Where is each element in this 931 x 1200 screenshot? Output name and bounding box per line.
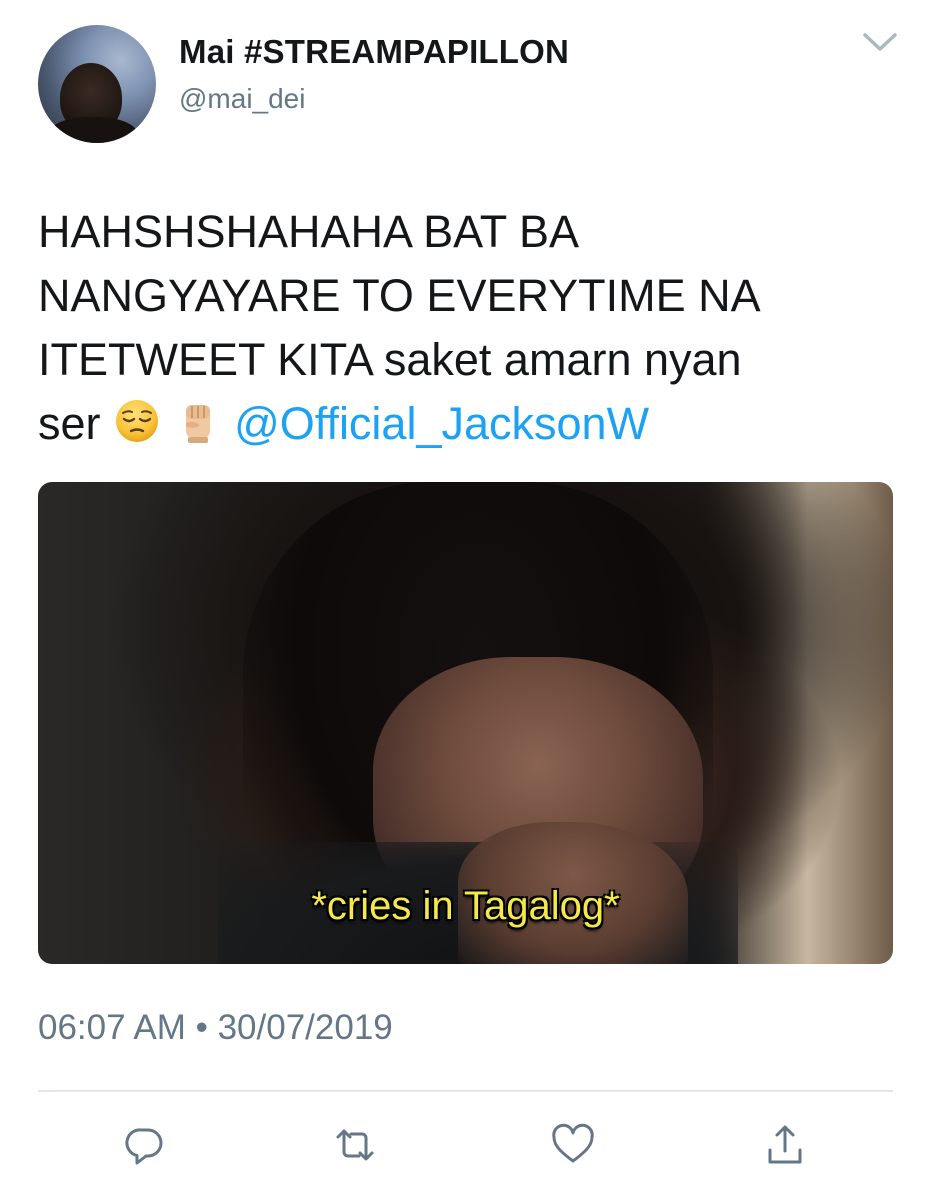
pensive-face-icon (116, 400, 159, 442)
tweet-text-line-3: ITETWEET KITA saket amarn nyan (38, 334, 742, 385)
avatar[interactable] (38, 25, 156, 143)
author-handle[interactable]: @mai_dei (179, 83, 305, 115)
retweet-icon[interactable] (330, 1120, 380, 1170)
tweet-timestamp[interactable]: 06:07 AM • 30/07/2019 (38, 1008, 393, 1048)
share-icon[interactable] (760, 1120, 810, 1170)
tweet-text: HAHSHSHAHAHA BAT BA NANGYAYARE TO EVERYT… (38, 200, 898, 456)
raised-fist-icon (185, 405, 210, 443)
mention-link[interactable]: @Official_JacksonW (234, 398, 649, 449)
tweet-text-line-2: NANGYAYARE TO EVERYTIME NA (38, 270, 761, 321)
author-display-name[interactable]: Mai #STREAMPAPILLON (179, 33, 569, 71)
tweet-header: Mai #STREAMPAPILLON @mai_dei (38, 25, 898, 145)
chevron-down-icon[interactable] (862, 27, 898, 57)
tweet-text-line-4-prefix: ser (38, 398, 101, 449)
reply-icon[interactable] (120, 1120, 170, 1170)
tweet-actions (0, 1120, 931, 1170)
avatar-shoulder-shape (48, 117, 138, 143)
tweet-text-line-1: HAHSHSHAHAHA BAT BA (38, 206, 579, 257)
media-caption: *cries in Tagalog* (311, 884, 620, 928)
divider (38, 1090, 893, 1092)
tweet-text-line-4: ser @Official_JacksonW (38, 392, 898, 456)
tweet-media-image[interactable]: *cries in Tagalog* (38, 482, 893, 964)
like-icon[interactable] (548, 1120, 598, 1170)
